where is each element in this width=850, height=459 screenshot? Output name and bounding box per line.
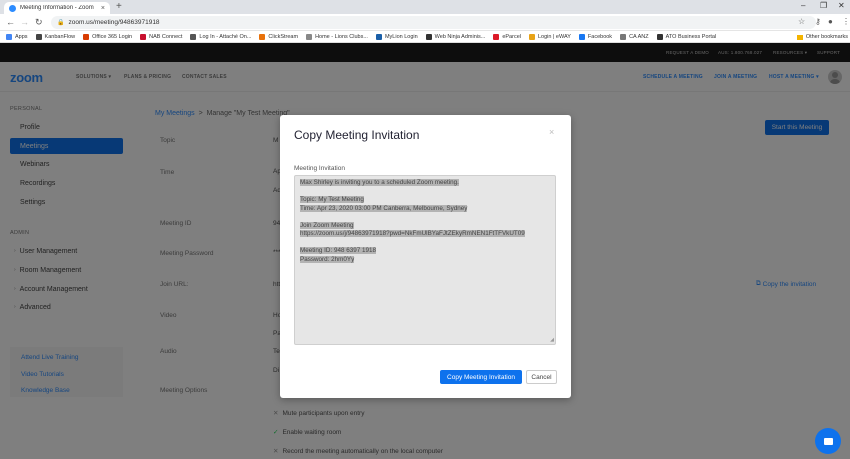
invitation-row: Max Shirley is inviting you to a schedul… [300, 179, 550, 188]
invitation-row: Time: Apr 23, 2020 03:00 PM Canberra, Me… [300, 204, 550, 214]
url-text: zoom.us/meeting/94863971918 [68, 19, 160, 26]
invitation-blank-line [300, 188, 550, 197]
maximize-icon[interactable]: ❐ [820, 1, 827, 10]
address-bar: ← → ↻ 🔒 zoom.us/meeting/94863971918 ☆ ⚷ … [0, 14, 850, 31]
browser-tabstrip: Meeting Information - Zoom × + – ❐ ✕ [0, 0, 850, 14]
invitation-row: Password: 2hm0Yy [300, 255, 550, 265]
bookmark-icon [656, 33, 663, 40]
invitation-row: Topic: My Test Meeting [300, 196, 550, 205]
profile-icon[interactable]: ● [828, 17, 833, 26]
modal-title: Copy Meeting Invitation [294, 128, 420, 142]
bookmark-icon [6, 33, 12, 40]
bookmark-icon [493, 33, 500, 40]
window-close-icon[interactable]: ✕ [838, 1, 845, 10]
bookmark-icon [375, 33, 382, 40]
bookmark-label: ATO Business Portal [665, 33, 717, 40]
forward-icon[interactable]: → [20, 17, 29, 27]
bookmark-item[interactable]: Office 365 Login [83, 33, 133, 40]
invitation-line: Time: Apr 23, 2020 03:00 PM Canberra, Me… [300, 204, 468, 212]
tab-title: Meeting Information - Zoom [20, 5, 94, 11]
invitation-label: Meeting Invitation [294, 165, 345, 172]
bookmark-item[interactable]: Facebook [578, 33, 613, 40]
reload-icon[interactable]: ↻ [35, 17, 43, 28]
invitation-line: Join Zoom Meeting [300, 221, 354, 229]
bookmark-icon [620, 33, 627, 40]
back-icon[interactable]: ← [6, 17, 15, 27]
bookmark-item[interactable]: NAB Connect [140, 33, 183, 40]
lock-icon: 🔒 [57, 20, 65, 26]
bookmark-item[interactable]: Home - Lions Clubs... [306, 33, 368, 40]
bookmark-label: MyLion Login [384, 33, 418, 40]
invitation-blank-line [300, 239, 550, 248]
bookmark-label: Facebook [587, 33, 613, 40]
bookmark-icon [528, 33, 535, 40]
bookmarks-bar: Apps KanbanFlow Office 365 Login NAB Connec… [0, 31, 850, 43]
bookmark-label: Office 365 Login [92, 33, 133, 40]
chat-icon [823, 437, 833, 445]
bookmark-icon [190, 33, 197, 40]
bookmark-label: Login | eWAY [537, 33, 571, 40]
bookmark-icon [306, 33, 313, 40]
bookmark-icon [578, 33, 585, 40]
bookmark-label: Home - Lions Clubs... [315, 33, 368, 40]
bookmark-item[interactable]: eParcel [493, 33, 521, 40]
bookmark-item[interactable]: CA ANZ [620, 33, 649, 40]
bookmark-icon [425, 33, 432, 40]
menu-icon[interactable]: ⋮ [842, 17, 850, 26]
zoom-favicon-icon [9, 4, 16, 12]
other-bookmarks-label: Other bookmarks [805, 34, 848, 40]
bookmark-label: Log In - Attaché On... [199, 33, 252, 40]
invitation-blank-line [300, 213, 550, 222]
bookmark-item[interactable]: Log In - Attaché On... [190, 33, 252, 40]
invitation-line: https://zoom.us/j/94863971918?pwd=NkFmUl… [300, 230, 525, 237]
bookmark-item[interactable]: ClickStream [259, 33, 299, 40]
invitation-line: Password: 2hm0Yy [300, 255, 355, 263]
bookmark-label: CA ANZ [629, 33, 649, 40]
bookmark-label: KanbanFlow [44, 33, 76, 40]
bookmark-item[interactable]: KanbanFlow [35, 33, 76, 40]
tab-close-icon[interactable]: × [101, 5, 105, 12]
bookmark-label: Web Ninja Adminis... [434, 33, 486, 40]
copy-invitation-modal: Copy Meeting Invitation × Meeting Invita… [280, 115, 571, 398]
cancel-button[interactable]: Cancel [526, 370, 557, 384]
invitation-line: Max Shirley is inviting you to a schedul… [300, 179, 459, 186]
invitation-row: https://zoom.us/j/94863971918?pwd=NkFmUl… [300, 230, 550, 239]
bookmark-label: eParcel [502, 33, 521, 40]
bookmark-item[interactable]: ATO Business Portal [656, 33, 717, 40]
star-icon[interactable]: ☆ [798, 17, 805, 26]
invitation-row: Meeting ID: 948 6397 1918 [300, 247, 550, 256]
bookmark-item[interactable]: Login | eWAY [528, 33, 571, 40]
bookmark-icon [259, 33, 266, 40]
resize-handle-icon[interactable]: ◢ [550, 336, 554, 345]
invitation-line: Topic: My Test Meeting [300, 196, 364, 203]
bookmark-item[interactable]: MyLion Login [375, 33, 418, 40]
key-icon[interactable]: ⚷ [815, 17, 821, 26]
invitation-row: Join Zoom Meeting [300, 221, 550, 231]
invitation-textarea[interactable]: Max Shirley is inviting you to a schedul… [294, 175, 556, 345]
browser-tab[interactable]: Meeting Information - Zoom × [4, 2, 110, 14]
folder-icon [796, 34, 803, 40]
bookmark-icon [83, 33, 90, 40]
minimize-icon[interactable]: – [801, 1, 805, 10]
invitation-line: Meeting ID: 948 6397 1918 [300, 247, 376, 254]
copy-meeting-invitation-button[interactable]: Copy Meeting Invitation [440, 370, 522, 384]
bookmark-label: Apps [15, 33, 28, 40]
bookmark-label: ClickStream [268, 33, 299, 40]
bookmark-item[interactable]: Apps [6, 33, 28, 40]
other-bookmarks[interactable]: Other bookmarks [796, 34, 848, 40]
bookmark-icon [140, 33, 147, 40]
url-field[interactable]: 🔒 zoom.us/meeting/94863971918 [51, 16, 816, 29]
chat-bubble-button[interactable] [815, 428, 841, 454]
bookmark-label: NAB Connect [149, 33, 183, 40]
bookmark-icon [35, 33, 42, 40]
new-tab-button[interactable]: + [116, 1, 122, 12]
bookmark-item[interactable]: Web Ninja Adminis... [425, 33, 486, 40]
close-icon[interactable]: × [549, 127, 554, 137]
